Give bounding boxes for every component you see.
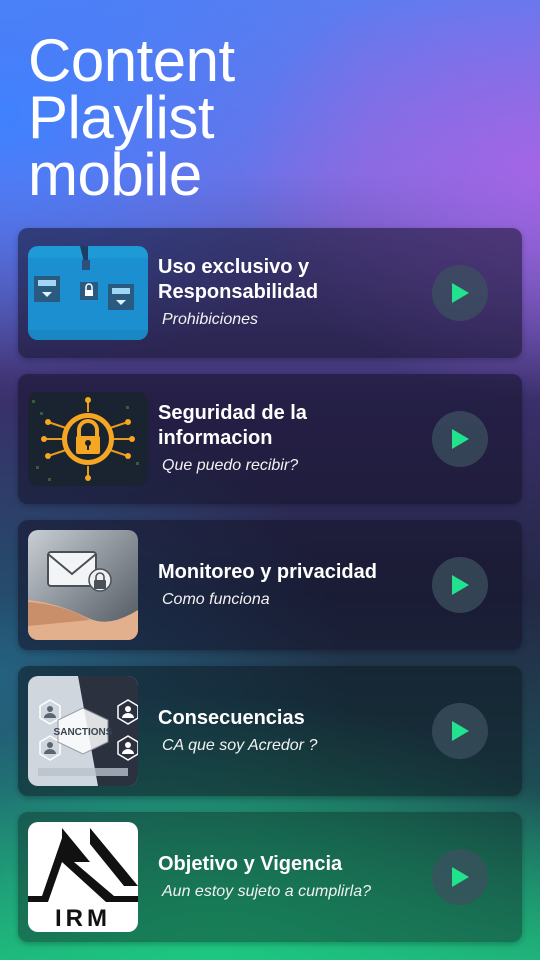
playlist-item[interactable]: IRM Objetivo y Vigencia Aun estoy sujeto… [18,812,522,942]
play-button[interactable] [432,703,488,759]
page-title-line-3: mobile [28,141,202,208]
play-icon [452,429,469,449]
page-title: Content Playlist mobile [28,27,235,208]
play-icon [452,867,469,887]
item-subtitle: CA que soy Acredor ? [162,736,318,754]
thumbnail-sanctions-network-icon: SANCTIONS [28,676,138,786]
item-subtitle: Como funciona [162,590,270,608]
svg-text:SANCTIONS: SANCTIONS [54,727,113,738]
play-icon [452,575,469,595]
playlist-item[interactable]: Monitoreo y privacidad Como funciona [18,520,522,650]
play-icon [452,721,469,741]
playlist-item[interactable]: Uso exclusivo y Responsabilidad Prohibic… [18,228,522,358]
page-title-line-1: Content [28,27,235,94]
item-title: Monitoreo y privacidad [158,560,377,583]
item-subtitle: Prohibiciones [162,311,259,328]
play-icon [452,283,469,303]
play-button[interactable] [432,849,488,905]
play-button[interactable] [432,557,488,613]
thumbnail-envelope-hand-icon [28,530,138,640]
thumbnail-padlock-circuit-icon [28,392,148,486]
thumbnail-irm-logo-icon: IRM [28,822,138,932]
play-button[interactable] [432,265,488,321]
item-title: Objetivo y Vigencia [158,852,343,875]
thumbnail-security-boxes-icon [28,246,148,340]
play-button[interactable] [432,411,488,467]
item-subtitle: Aun estoy sujeto a cumplirla? [162,882,371,900]
playlist-item[interactable]: Seguridad de la informacion Que puedo re… [18,374,522,504]
page-title-line-2: Playlist [28,84,215,151]
item-title: Uso exclusivo y Responsabilidad [158,256,319,303]
item-subtitle: Que puedo recibir? [162,457,299,474]
svg-text:IRM: IRM [55,905,111,932]
playlist: Uso exclusivo y Responsabilidad Prohibic… [18,228,522,958]
item-title: Consecuencias [158,706,305,729]
item-title: Seguridad de la informacion [158,402,307,449]
playlist-item[interactable]: SANCTIONS Consecuencias CA que soy Acred… [18,666,522,796]
